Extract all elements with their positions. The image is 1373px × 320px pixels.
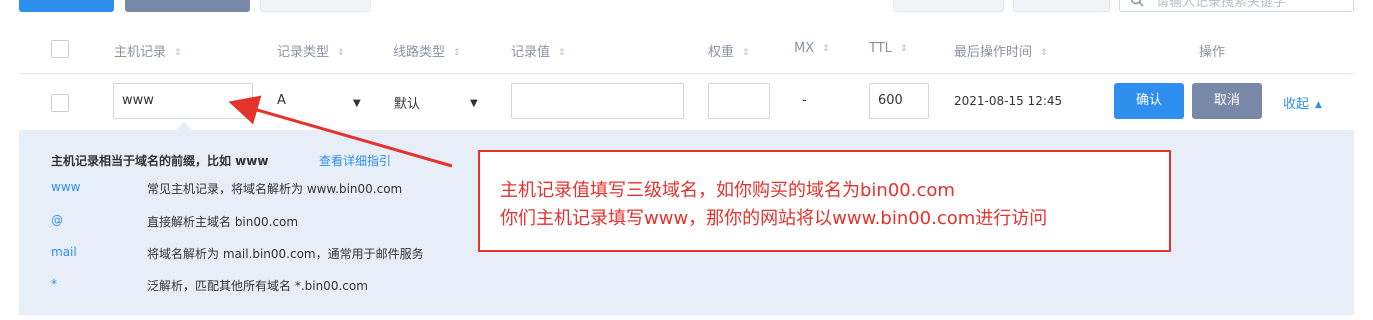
header-host[interactable]: 主机记录 ⇕	[114, 41, 182, 60]
search-placeholder: 请输入记录搜索关键字	[1156, 0, 1287, 10]
header-host-label: 主机记录	[114, 45, 167, 60]
header-type[interactable]: 记录类型 ⇕	[277, 41, 345, 60]
help-title: 主机记录相当于域名的前缀，比如 www	[51, 154, 269, 168]
help-item-desc: 将域名解析为 mail.bin00.com，通常用于邮件服务	[147, 247, 424, 261]
ttl-input[interactable]: 600	[869, 83, 929, 119]
sort-icon: ⇕	[822, 44, 830, 54]
sort-icon: ⇕	[337, 48, 345, 58]
toolbar-button-4[interactable]	[893, 0, 1004, 12]
detail-guide-link[interactable]: 查看详细指引	[319, 152, 391, 169]
toolbar-button-3[interactable]	[260, 0, 371, 12]
header-value[interactable]: 记录值 ⇕	[511, 41, 566, 60]
sort-icon: ⇕	[899, 44, 908, 54]
header-ttl[interactable]: TTL ⇕	[869, 41, 907, 56]
caret-down-icon[interactable]: ▼	[353, 98, 361, 109]
help-item-key: www	[51, 180, 81, 194]
collapse-label: 收起	[1283, 97, 1310, 112]
header-updated-label: 最后操作时间	[954, 45, 1033, 60]
dns-record-page: 请输入记录搜索关键字 主机记录 ⇕ 记录类型 ⇕ 线路类型 ⇕ 记录值 ⇕ 权重 ⇕ MX…	[0, 0, 1373, 320]
sort-icon: ⇕	[1040, 48, 1048, 58]
header-line[interactable]: 线路类型 ⇕	[393, 41, 461, 60]
caret-down-icon[interactable]: ▼	[470, 98, 478, 109]
header-type-label: 记录类型	[277, 45, 330, 60]
confirm-button[interactable]: 确认	[1114, 83, 1184, 119]
sort-icon: ⇕	[558, 48, 566, 58]
record-type-select[interactable]: A	[277, 93, 286, 108]
updated-time: 2021-08-15 12:45	[954, 94, 1063, 108]
help-item-desc: 泛解析，匹配其他所有域名 *.bin00.com	[147, 279, 368, 293]
help-item-key: @	[51, 213, 63, 227]
host-record-input[interactable]: www	[113, 83, 253, 119]
cancel-button[interactable]: 取消	[1192, 83, 1262, 119]
row-checkbox[interactable]	[51, 94, 69, 112]
table-header: 主机记录 ⇕ 记录类型 ⇕ 线路类型 ⇕ 记录值 ⇕ 权重 ⇕ MX ⇕ TTL ⇕ 最后操作…	[19, 26, 1354, 74]
help-item-desc: 常见主机记录，将域名解析为 www.bin00.com	[147, 182, 403, 196]
header-value-label: 记录值	[511, 45, 551, 60]
add-record-button[interactable]	[19, 0, 114, 12]
help-item-key: mail	[51, 245, 77, 259]
line-type-select[interactable]: 默认	[394, 93, 420, 112]
batch-action-button[interactable]	[125, 0, 250, 12]
search-input[interactable]: 请输入记录搜索关键字	[1119, 0, 1354, 12]
header-updated[interactable]: 最后操作时间 ⇕	[954, 41, 1048, 60]
record-value-input[interactable]	[511, 83, 684, 119]
header-weight-label: 权重	[708, 45, 735, 60]
header-line-label: 线路类型	[393, 45, 446, 60]
sort-icon: ⇕	[453, 48, 461, 58]
header-actions: 操作	[1199, 45, 1226, 60]
search-icon	[1130, 0, 1144, 7]
collapse-button[interactable]: 收起 ▲	[1283, 93, 1322, 112]
select-all-checkbox[interactable]	[51, 40, 69, 58]
header-weight[interactable]: 权重 ⇕	[708, 41, 750, 60]
header-ttl-label: TTL	[869, 41, 892, 56]
sort-icon: ⇕	[742, 48, 750, 58]
toolbar-button-5[interactable]	[1013, 0, 1110, 12]
annotation-box: 主机记录值填写三级域名，如你购买的域名为bin00.com 你们主机记录填写ww…	[478, 150, 1171, 252]
header-mx[interactable]: MX ⇕	[794, 41, 830, 56]
help-item-desc: 直接解析主域名 bin00.com	[147, 215, 299, 229]
mx-value: -	[802, 93, 807, 108]
table-row-edit: www A ▼ 默认 ▼ - 600 2021-08-15 12:45 确认 取…	[19, 74, 1354, 130]
sort-icon: ⇕	[174, 48, 182, 58]
caret-up-icon: ▲	[1315, 100, 1322, 110]
annotation-line-1: 主机记录值填写三级域名，如你购买的域名为bin00.com	[500, 180, 955, 201]
help-item-key: *	[51, 277, 57, 291]
weight-input[interactable]	[708, 83, 770, 119]
header-mx-label: MX	[794, 41, 815, 56]
annotation-line-2: 你们主机记录填写www，那你的网站将以www.bin00.com进行访问	[500, 208, 1048, 229]
panel-pointer	[176, 122, 192, 130]
